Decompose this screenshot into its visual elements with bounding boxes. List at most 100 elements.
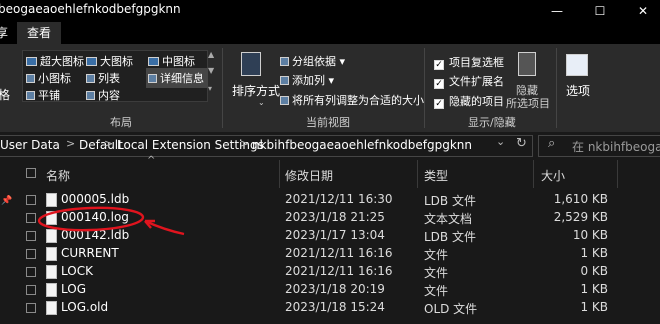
fit-columns-button[interactable]: 将所有列调整为合适的大小: [280, 92, 424, 108]
item-checkboxes-label: 项目复选框: [449, 56, 504, 69]
sort-by-button[interactable]: 排序方式: [232, 82, 280, 99]
file-icon: [46, 265, 57, 279]
layout-small-icons[interactable]: 小图标: [26, 70, 71, 86]
file-size: 10 KB: [572, 228, 608, 242]
file-row[interactable]: LOCK 2021/12/11 16:16 文件 0 KB: [17, 263, 660, 281]
layout-large-icons[interactable]: 大图标: [86, 53, 133, 69]
minimize-button[interactable]: —: [542, 0, 572, 22]
file-name: 000140.log: [61, 210, 129, 224]
sort-by-icon[interactable]: [241, 52, 261, 76]
file-row[interactable]: 000005.ldb 2021/12/11 16:30 LDB 文件 1,610 KB: [17, 191, 660, 209]
group-by-button[interactable]: 分组依据 ▾: [280, 53, 345, 69]
options-icon[interactable]: [566, 54, 588, 76]
column-divider[interactable]: [617, 160, 618, 188]
layout-medium-icons[interactable]: 中图标: [148, 53, 195, 69]
file-date: 2023/1/17 13:04: [285, 228, 385, 242]
row-checkbox[interactable]: [26, 267, 36, 277]
layout-list[interactable]: 列表: [86, 70, 120, 86]
column-name[interactable]: 名称: [46, 167, 70, 184]
search-placeholder[interactable]: 在 nkbihfbeogaea: [572, 138, 660, 155]
show-hide-group-label: 显示/隐藏: [468, 116, 516, 129]
file-type: OLD 文件: [424, 302, 478, 316]
maximize-button[interactable]: ☐: [585, 0, 615, 22]
fit-columns-label: 将所有列调整为合适的大小: [292, 94, 424, 107]
file-row[interactable]: LOG 2023/1/18 20:19 文件 1 KB: [17, 281, 660, 299]
hidden-items-toggle[interactable]: ✓ 隐藏的项目: [434, 93, 504, 109]
row-checkbox[interactable]: [26, 231, 36, 241]
breadcrumb-chevron-icon[interactable]: >: [240, 137, 249, 150]
breadcrumb-chevron-icon[interactable]: >: [104, 137, 113, 150]
content-label: 内容: [98, 89, 120, 102]
breadcrumb-current-folder[interactable]: nkbihfbeogaeaoehlefnkodbefgpgknn: [252, 138, 472, 152]
file-name: LOG.old: [61, 300, 109, 314]
large-icons-icon: [86, 57, 97, 66]
layout-details[interactable]: 详细信息: [146, 68, 208, 88]
file-name: 000005.ldb: [61, 192, 130, 206]
file-icon: [46, 301, 57, 315]
address-dropdown-icon[interactable]: ⌄: [496, 135, 505, 148]
layout-content[interactable]: 内容: [86, 87, 120, 103]
column-divider[interactable]: [417, 160, 418, 188]
column-header: ^ 名称 修改日期 类型 大小: [17, 155, 660, 188]
gallery-down-icon[interactable]: ▼: [208, 66, 214, 75]
refresh-icon[interactable]: ↻: [516, 136, 527, 151]
group-by-icon: [280, 57, 289, 66]
hide-selected-label-2[interactable]: 所选项目: [506, 95, 550, 111]
row-checkbox[interactable]: [26, 249, 36, 259]
file-row[interactable]: CURRENT 2021/12/11 16:16 文件 1 KB: [17, 245, 660, 263]
hide-selected-icon[interactable]: [518, 52, 536, 76]
sort-dropdown-icon[interactable]: ⌄: [258, 98, 265, 107]
group-divider: [556, 48, 557, 128]
medium-icons-icon: [148, 57, 159, 66]
small-icons-icon: [26, 74, 35, 83]
file-type: 文本文档: [424, 212, 473, 226]
file-extensions-toggle[interactable]: ✓ 文件扩展名: [434, 73, 504, 89]
navigation-pane[interactable]: 📌: [0, 160, 16, 324]
checkbox-checked-icon: ✓: [434, 79, 444, 89]
row-checkbox[interactable]: [26, 285, 36, 295]
row-checkbox[interactable]: [26, 195, 36, 205]
tiles-label: 平铺: [38, 89, 60, 102]
file-row[interactable]: 000142.ldb 2023/1/17 13:04 LDB 文件 10 KB: [17, 227, 660, 245]
column-divider[interactable]: [533, 160, 534, 188]
close-button[interactable]: ✕: [628, 0, 658, 22]
file-type: 文件: [424, 284, 449, 298]
layout-extra-large-icons[interactable]: 超大图标: [26, 53, 84, 69]
file-date: 2023/1/18 21:25: [285, 210, 385, 224]
tab-view[interactable]: 查看: [17, 22, 62, 44]
options-button[interactable]: 选项: [566, 82, 590, 99]
row-checkbox[interactable]: [26, 303, 36, 313]
select-all-checkbox[interactable]: [26, 168, 36, 178]
extra-large-icons-label: 超大图标: [40, 55, 84, 68]
title-bar: beogaeaoehlefnkodbefgpgknn — ☐ ✕: [0, 0, 660, 22]
item-checkboxes-toggle[interactable]: ✓ 项目复选框: [434, 54, 504, 70]
gallery-up-icon[interactable]: ▲: [208, 50, 214, 59]
breadcrumb-user-data[interactable]: User Data: [0, 138, 60, 152]
column-type[interactable]: 类型: [424, 167, 448, 184]
list-icon: [86, 74, 95, 83]
breadcrumb-chevron-icon[interactable]: >: [66, 137, 75, 150]
search-icon: ⌕: [548, 136, 556, 151]
column-date-modified[interactable]: 修改日期: [285, 167, 333, 184]
file-name: LOCK: [61, 264, 93, 278]
group-divider: [222, 48, 223, 128]
file-icon: [46, 283, 57, 297]
layout-tiles[interactable]: 平铺: [26, 87, 60, 103]
file-row[interactable]: LOG.old 2023/1/18 15:24 OLD 文件 1 KB: [17, 299, 660, 317]
file-size: 2,529 KB: [553, 210, 608, 224]
column-size[interactable]: 大小: [541, 167, 565, 184]
pin-icon[interactable]: 📌: [1, 196, 12, 206]
sort-ascending-icon: ^: [147, 155, 156, 166]
ribbon-tabs: 享 查看: [0, 22, 660, 44]
file-name: CURRENT: [61, 246, 119, 260]
tab-share[interactable]: 享: [0, 22, 8, 44]
file-row[interactable]: 000140.log 2023/1/18 21:25 文本文档 2,529 KB: [17, 209, 660, 227]
ribbon: 格 超大图标 大图标 中图标 小图标 列表 详细信息 平铺 内容 ▲ ▼ ▾ 布…: [0, 44, 660, 132]
add-column-button[interactable]: 添加列 ▾: [280, 72, 334, 88]
nav-pane-label-cut[interactable]: 格: [0, 86, 10, 103]
row-checkbox[interactable]: [26, 213, 36, 223]
column-divider[interactable]: [279, 160, 280, 188]
group-divider: [424, 48, 425, 128]
checkbox-checked-icon: ✓: [434, 60, 444, 70]
gallery-more-icon[interactable]: ▾: [208, 84, 212, 93]
